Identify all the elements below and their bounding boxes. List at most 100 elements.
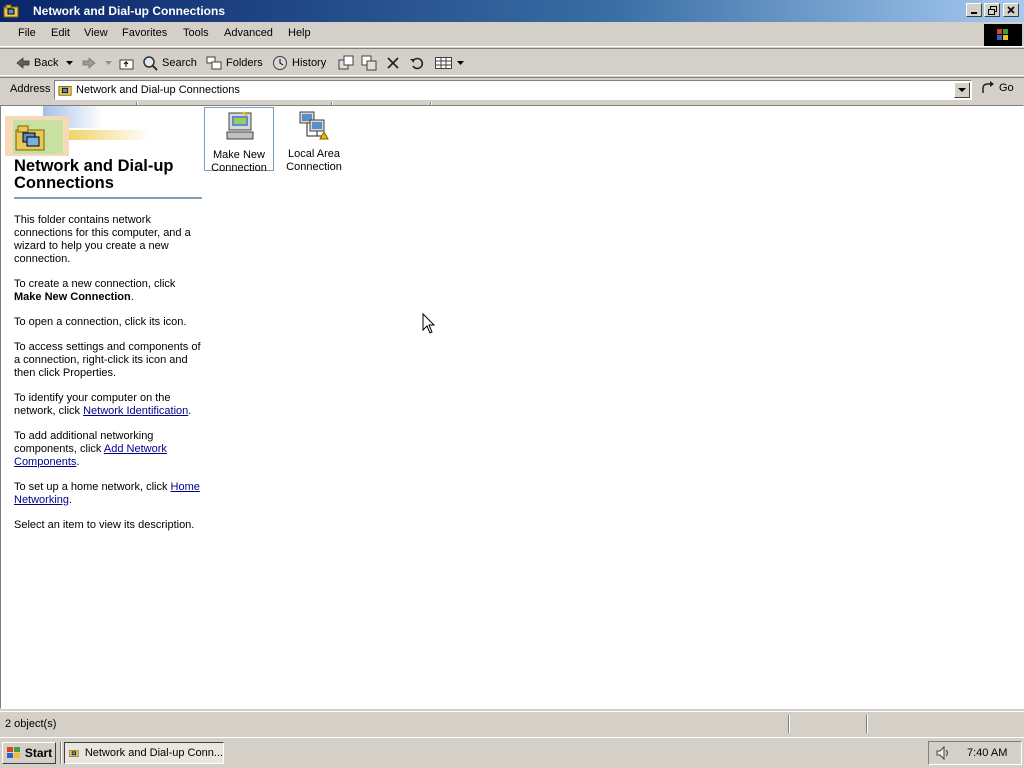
standard-toolbar: Back Search Folders History	[0, 48, 1024, 120]
history-icon	[273, 56, 287, 70]
dropdown-arrow-icon	[457, 60, 464, 65]
system-tray: 7:40 AM	[928, 741, 1022, 765]
menu-file[interactable]: File	[18, 27, 36, 39]
panel-paragraph-add: To add additional networking components,…	[14, 430, 202, 469]
search-icon	[143, 56, 158, 71]
status-bar: 2 object(s)	[0, 711, 1024, 737]
network-folder-icon	[69, 750, 79, 757]
back-label: Back	[34, 57, 59, 69]
forward-arrow-icon	[82, 57, 96, 69]
folder-view: Network and Dial-up Connections This fol…	[0, 105, 1024, 709]
status-divider	[866, 715, 868, 733]
local-area-connection-icon	[299, 111, 329, 140]
views-icon	[435, 57, 452, 69]
folders-label: Folders	[226, 57, 263, 69]
menu-advanced[interactable]: Advanced	[224, 27, 273, 39]
folders-icon	[206, 56, 222, 70]
network-connections-icon	[15, 125, 45, 151]
make-new-connection-item[interactable]: Make New Connection	[204, 107, 274, 174]
panel-paragraph-open: To open a connection, click its icon.	[14, 316, 187, 328]
back-button[interactable]: Back	[16, 54, 58, 72]
clock[interactable]: 7:40 AM	[967, 747, 1007, 759]
address-input[interactable]: Network and Dial-up Connections	[54, 80, 972, 100]
minimize-icon	[971, 12, 977, 14]
windows-flag-icon	[997, 29, 1008, 40]
copy-to-button[interactable]	[361, 54, 381, 72]
panel-paragraph-home: To set up a home network, click Home Net…	[14, 481, 202, 507]
up-folder-icon	[119, 59, 134, 70]
delete-button[interactable]	[386, 54, 404, 72]
close-icon	[1007, 6, 1015, 14]
start-label: Start	[24, 746, 53, 760]
minimize-button[interactable]	[966, 3, 982, 17]
start-button[interactable]: Start	[2, 742, 56, 764]
back-dropdown[interactable]	[66, 54, 77, 72]
forward-dropdown[interactable]	[105, 54, 116, 72]
folders-button[interactable]: Folders	[206, 54, 263, 72]
title-bar: Network and Dial-up Connections	[0, 0, 1024, 22]
move-to-button[interactable]	[338, 54, 358, 72]
move-to-icon	[338, 55, 354, 70]
menu-view[interactable]: View	[84, 27, 108, 39]
item-label-line2: Connection	[286, 161, 342, 173]
item-label-line1: Local Area	[288, 148, 340, 160]
panel-paragraph-create: To create a new connection, click Make N…	[14, 278, 202, 304]
taskbar-divider	[60, 742, 62, 764]
taskbar: Start Network and Dial-up Conn... 7:40 A…	[0, 737, 1024, 768]
taskbar-window-button[interactable]: Network and Dial-up Conn...	[64, 742, 224, 764]
search-label: Search	[162, 57, 197, 69]
title-divider	[14, 197, 202, 199]
menu-bar: File Edit View Favorites Tools Advanced …	[0, 22, 1024, 47]
copy-to-icon	[361, 55, 377, 71]
address-bar: Address Network and Dial-up Connections …	[0, 77, 1024, 103]
period: .	[76, 456, 80, 468]
panel-title: Network and Dial-up Connections	[14, 157, 174, 192]
undo-button[interactable]	[409, 54, 429, 72]
period: .	[69, 494, 73, 506]
dropdown-arrow-icon	[66, 60, 73, 65]
item-label-line2: Connection	[211, 162, 267, 174]
network-folder-icon	[3, 4, 19, 18]
status-text: 2 object(s)	[5, 718, 57, 730]
address-value: Network and Dial-up Connections	[76, 84, 240, 96]
search-button[interactable]: Search	[142, 54, 197, 72]
make-new-connection-emphasis: Make New Connection	[14, 291, 131, 303]
go-button[interactable]: Go	[980, 81, 1014, 95]
history-label: History	[292, 57, 327, 69]
home-text: To set up a home network, click	[14, 481, 168, 493]
views-button[interactable]	[435, 54, 468, 72]
go-label: Go	[999, 82, 1014, 94]
volume-icon[interactable]	[935, 745, 951, 761]
panel-paragraph-intro: This folder contains network connections…	[14, 214, 191, 265]
address-label: Address	[10, 83, 51, 95]
menu-help[interactable]: Help	[288, 27, 311, 39]
menu-edit[interactable]: Edit	[51, 27, 70, 39]
history-button[interactable]: History	[272, 54, 326, 72]
forward-button[interactable]	[82, 54, 100, 72]
back-arrow-icon	[16, 57, 30, 69]
taskbar-window-label: Network and Dial-up Conn...	[84, 747, 223, 759]
address-dropdown-button[interactable]	[954, 82, 970, 98]
menu-tools[interactable]: Tools	[183, 27, 209, 39]
panel-paragraph-settings: To access settings and components of a c…	[14, 341, 201, 379]
period: .	[188, 405, 192, 417]
undo-icon	[410, 57, 424, 70]
restore-button[interactable]	[984, 3, 1000, 17]
dropdown-arrow-icon	[105, 60, 112, 65]
panel-paragraph-identify: To identify your computer on the network…	[14, 392, 202, 418]
period: .	[130, 291, 134, 303]
go-arrow-icon	[982, 81, 994, 93]
close-button[interactable]	[1003, 3, 1019, 17]
restore-icon	[987, 5, 997, 15]
web-view-panel: Network and Dial-up Connections This fol…	[1, 106, 205, 706]
delete-icon	[387, 57, 399, 69]
status-divider	[788, 715, 790, 733]
up-folder-button[interactable]	[119, 54, 139, 72]
network-identification-link[interactable]: Network Identification	[83, 405, 188, 417]
windows-logo	[984, 24, 1022, 46]
create-text: To create a new connection, click	[14, 278, 176, 290]
item-label-line1: Make New	[213, 149, 265, 161]
network-folder-icon	[58, 86, 72, 96]
local-area-connection-item[interactable]: Local Area Connection	[279, 107, 349, 174]
menu-favorites[interactable]: Favorites	[122, 27, 167, 39]
